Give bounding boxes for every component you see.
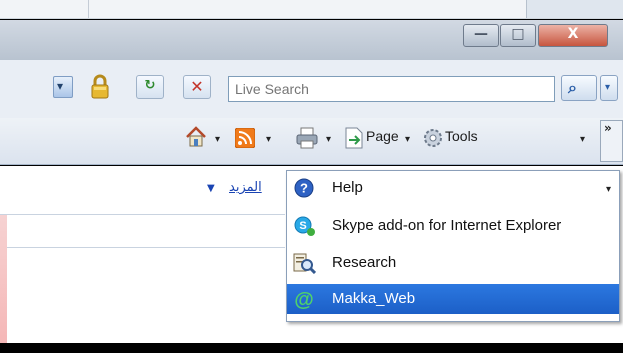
menu-item-label: Skype add-on for Internet Explorer: [332, 217, 562, 234]
decorative-bar: [0, 215, 7, 343]
chevron-double-right-icon: »: [604, 121, 612, 135]
svg-text:?: ?: [300, 181, 308, 196]
top-strip-cell: [526, 0, 623, 18]
feeds-icon[interactable]: [235, 128, 255, 148]
close-icon: X: [567, 26, 579, 42]
home-icon[interactable]: [184, 125, 208, 149]
chevron-down-icon: ▾: [57, 79, 64, 93]
more-arrow-icon: ▼: [207, 183, 215, 194]
close-button[interactable]: X: [538, 24, 608, 47]
menu-item-research[interactable]: Research: [287, 248, 619, 278]
more-link[interactable]: المزيد: [229, 180, 262, 195]
page-dropdown-icon[interactable]: ▾: [405, 134, 410, 145]
menu-item-help[interactable]: ? Help ▾: [287, 173, 619, 203]
minimize-icon: —: [474, 26, 488, 42]
skype-icon: S: [294, 216, 315, 236]
submenu-arrow-icon: ▾: [605, 184, 611, 195]
refresh-button[interactable]: ↻: [136, 75, 164, 99]
search-button[interactable]: ⌕: [561, 75, 597, 101]
tools-dropdown-menu: ? Help ▾ S Skype add-on for Internet Exp…: [286, 170, 620, 322]
content-divider: [0, 214, 285, 215]
home-dropdown-icon[interactable]: ▾: [215, 134, 220, 145]
page-menu-label[interactable]: Page: [366, 128, 399, 152]
address-dropdown-button[interactable]: ▾: [53, 76, 73, 98]
tools-menu-label[interactable]: Tools: [445, 128, 478, 152]
svg-text:S: S: [299, 220, 306, 232]
help-icon: ?: [294, 178, 314, 198]
top-strip: [0, 0, 623, 19]
top-strip-divider: [88, 0, 89, 18]
menu-item-label: Makka_Web: [332, 290, 416, 307]
print-icon[interactable]: [295, 127, 319, 149]
svg-text:@: @: [294, 289, 314, 310]
maximize-button[interactable]: □: [500, 24, 536, 47]
menu-item-makka-web[interactable]: @ Makka_Web: [287, 284, 619, 314]
lock-icon[interactable]: [89, 74, 111, 100]
search-options-button[interactable]: ▾: [600, 75, 618, 101]
menu-item-label: Research: [332, 254, 397, 271]
feeds-dropdown-icon[interactable]: ▾: [266, 134, 271, 145]
search-icon: ⌕: [568, 78, 577, 97]
title-bar: — □ X: [0, 20, 623, 60]
maximize-icon: □: [511, 26, 525, 42]
print-dropdown-icon[interactable]: ▾: [326, 134, 331, 145]
search-input[interactable]: [228, 76, 555, 102]
page-icon[interactable]: [344, 127, 364, 149]
toolbar-overflow-button[interactable]: »: [600, 120, 623, 162]
content-divider: [0, 247, 285, 248]
bottom-border: [0, 343, 623, 353]
gear-icon[interactable]: [423, 128, 443, 148]
refresh-icon: ↻: [144, 78, 156, 93]
menu-item-skype[interactable]: S Skype add-on for Internet Explorer: [287, 211, 619, 241]
chevron-down-icon: ▾: [605, 82, 611, 93]
stop-button[interactable]: ✕: [183, 75, 211, 99]
minimize-button[interactable]: —: [463, 24, 499, 47]
menu-item-label: Help: [332, 179, 363, 196]
makka-web-icon: @: [294, 289, 314, 310]
tools-dropdown-icon[interactable]: ▾: [580, 134, 585, 145]
research-icon: [293, 253, 316, 274]
stop-icon: ✕: [190, 77, 204, 96]
